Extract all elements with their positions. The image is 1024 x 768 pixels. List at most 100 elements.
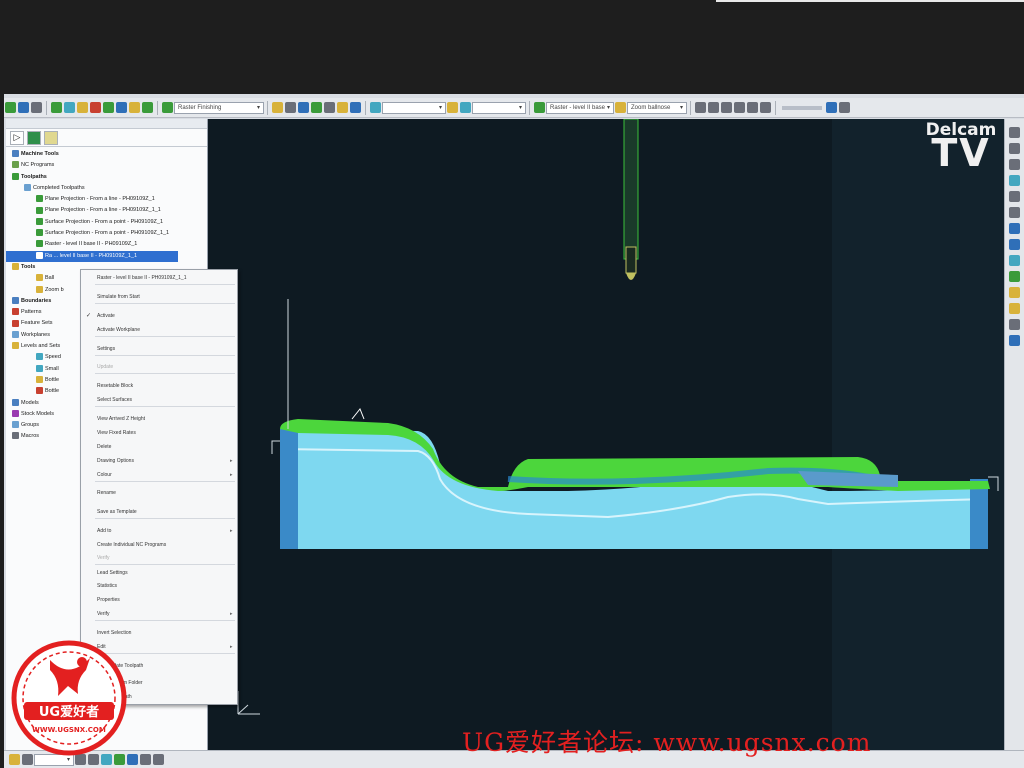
context-menu-item[interactable]: Drawing Options ▸	[97, 458, 233, 464]
tree-item[interactable]: NC Programs	[6, 160, 207, 171]
view-back-icon[interactable]	[1009, 191, 1020, 202]
view-icon[interactable]	[370, 102, 381, 113]
layout-icon[interactable]	[460, 102, 471, 113]
wireframe-icon[interactable]	[1009, 287, 1020, 298]
zoom-out-icon[interactable]	[1009, 239, 1020, 250]
zoom-icon[interactable]	[826, 102, 837, 113]
copy-icon[interactable]	[298, 102, 309, 113]
highlight-icon[interactable]	[1009, 335, 1020, 346]
info-icon[interactable]	[350, 102, 361, 113]
tree-item[interactable]: Completed Toolpaths	[6, 183, 207, 194]
context-menu-item[interactable]: Simulate from Start	[97, 294, 140, 300]
shade-icon[interactable]	[1009, 271, 1020, 282]
material-icon[interactable]	[1009, 319, 1020, 330]
print-icon[interactable]	[31, 102, 42, 113]
save-icon[interactable]	[18, 102, 29, 113]
tool-select[interactable]: Zoom ballnose ▾	[627, 101, 687, 114]
help-icon[interactable]	[839, 102, 850, 113]
view-select[interactable]: ▾	[382, 101, 446, 114]
status-icon-7[interactable]	[153, 754, 164, 765]
edit-icon[interactable]	[311, 102, 322, 113]
view-left-icon[interactable]	[1009, 207, 1020, 218]
context-menu-item-label: Settings	[97, 346, 116, 352]
context-menu-item[interactable]: View Arrived Z Height	[97, 416, 145, 422]
new-icon[interactable]	[5, 102, 16, 113]
context-menu-item[interactable]: Lead Settings	[97, 570, 128, 576]
status-icon-5[interactable]	[127, 754, 138, 765]
grid-icon[interactable]	[447, 102, 458, 113]
context-menu-item[interactable]: Save as Template	[97, 509, 137, 515]
context-menu-item[interactable]: Select Surfaces	[97, 397, 132, 403]
view-side-icon[interactable]	[1009, 159, 1020, 170]
context-menu-item[interactable]: Properties	[97, 597, 120, 603]
tree-item[interactable]: Raster - level II base II - PH09109Z_1	[6, 239, 207, 250]
tree-item[interactable]: Plane Projection - From a line - PH09109…	[6, 205, 207, 216]
tree-item[interactable]: Machine Tools	[6, 149, 207, 160]
recalculate-icon[interactable]	[272, 102, 283, 113]
boundary-icon[interactable]	[116, 102, 127, 113]
context-menu-item[interactable]: Colour ▸	[97, 472, 233, 478]
toolpath-select[interactable]: Raster - level II base ▾	[546, 101, 614, 114]
globe-icon[interactable]	[27, 130, 41, 145]
tree-item[interactable]: Surface Projection - From a point - PH09…	[6, 228, 207, 239]
tree-item[interactable]: Ra ... level II base II - PH09109Z_1_1	[6, 250, 178, 262]
pause-icon[interactable]	[721, 102, 732, 113]
context-menu-item[interactable]: Settings	[97, 346, 115, 352]
tree-item-icon	[12, 432, 19, 440]
view-top-icon[interactable]	[1009, 127, 1020, 138]
chevron-down-icon: ▾	[438, 104, 442, 111]
stock-model-icon[interactable]	[142, 102, 153, 113]
tree-item[interactable]: Plane Projection - From a line - PH09109…	[6, 194, 207, 205]
feeds-icon[interactable]	[77, 102, 88, 113]
shaded-wire-icon[interactable]	[1009, 303, 1020, 314]
zoom-fit-icon[interactable]	[1009, 255, 1020, 266]
context-menu-item[interactable]: Rename	[97, 490, 116, 496]
context-menu-item[interactable]: Create Individual NC Programs	[97, 542, 166, 548]
zoom-in-icon[interactable]	[1009, 223, 1020, 234]
delete-icon[interactable]	[324, 102, 335, 113]
context-menu-item[interactable]: Activate Workplane	[97, 327, 140, 333]
tree-item-label: Ra ... level II base II - PH09109Z_1_1	[45, 252, 138, 259]
block-icon[interactable]	[51, 102, 62, 113]
video-top-bar	[0, 0, 1024, 94]
page-icon[interactable]	[44, 130, 58, 145]
wand-icon[interactable]	[285, 102, 296, 113]
context-menu-item[interactable]: Verify	[97, 555, 110, 561]
step-forward-icon[interactable]	[734, 102, 745, 113]
pointer-icon[interactable]: ▷	[10, 130, 24, 145]
tool-icon[interactable]	[129, 102, 140, 113]
play-icon[interactable]	[695, 102, 706, 113]
toolpath-strategies-icon[interactable]	[103, 102, 114, 113]
rapid-move-icon[interactable]	[64, 102, 75, 113]
context-menu-item[interactable]: Invert Selection	[97, 630, 131, 636]
context-menu-item[interactable]: View Fixed Rates	[97, 430, 136, 436]
stop-icon[interactable]	[760, 102, 771, 113]
context-menu-item[interactable]: Delete	[97, 444, 111, 450]
leads-icon[interactable]	[90, 102, 101, 113]
tree-item-label: Machine Tools	[21, 151, 59, 157]
context-menu-item[interactable]: Activate	[97, 313, 115, 319]
context-menu-item[interactable]: Verify ▸	[97, 611, 233, 617]
tree-item[interactable]: Surface Projection - From a point - PH09…	[6, 217, 207, 228]
context-menu-item[interactable]: Add to ▸	[97, 528, 233, 534]
context-menu-item[interactable]: Raster - level II base II - PH09109Z_1_1	[97, 275, 187, 281]
ballnose-tool	[625, 246, 637, 274]
fast-forward-icon[interactable]	[747, 102, 758, 113]
level-select[interactable]: ▾	[472, 101, 526, 114]
view-front-icon[interactable]	[1009, 143, 1020, 154]
tree-item[interactable]: Toolpaths	[6, 172, 207, 183]
status-icon-6[interactable]	[140, 754, 151, 765]
tree-item-label: Plane Projection - From a line - PH09109…	[45, 207, 161, 214]
step-back-icon[interactable]	[708, 102, 719, 113]
view-iso-icon[interactable]	[1009, 175, 1020, 186]
list-icon[interactable]	[337, 102, 348, 113]
tree-item-label: Completed Toolpaths	[33, 184, 85, 191]
simulation-speed-slider[interactable]	[782, 105, 822, 110]
context-menu-item[interactable]: Statistics	[97, 583, 117, 589]
tree-item-icon	[12, 421, 19, 429]
strategy-select[interactable]: Raster Finishing ▾	[174, 101, 264, 114]
context-menu-item[interactable]: Resetable Block	[97, 383, 133, 389]
graphics-viewport[interactable]: Delcam TV	[208, 119, 1004, 750]
context-menu-item[interactable]: Update	[97, 364, 113, 370]
tree-item-label: Groups	[21, 422, 40, 429]
